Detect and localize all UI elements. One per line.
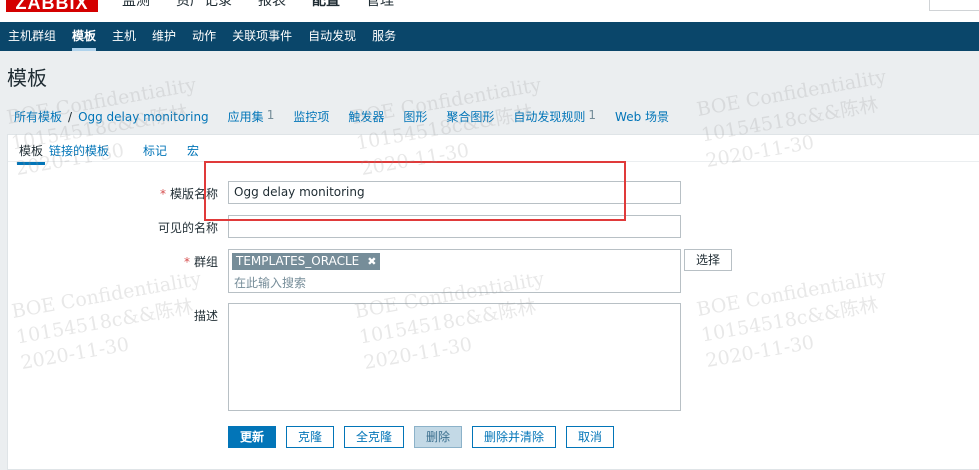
description-label: 描述 [193, 309, 218, 323]
groups-label: * 群组 [158, 253, 218, 270]
breadcrumb-all-templates[interactable]: 所有模板 [14, 108, 62, 125]
discovery-rules-count: 1 [588, 108, 597, 122]
visible-name-input[interactable] [228, 215, 681, 238]
menu-inventory[interactable]: 资产记录 [176, 0, 232, 13]
breadcrumb-triggers-link[interactable]: 触发器 [348, 108, 384, 125]
breadcrumb: 所有模板 / Ogg delay monitoring 应用集 1 监控项 触发… [14, 108, 688, 125]
watermark-line: BOE Confidentiality [695, 65, 888, 121]
breadcrumb-discovery-rules-link[interactable]: 自动发现规则 [513, 108, 585, 125]
visible-name-label: 可见的名称 [157, 221, 218, 235]
menu-reports[interactable]: 报表 [258, 0, 286, 13]
main-menu: 监测 资产记录 报表 配置 管理 [122, 0, 420, 13]
template-name-label: * 模版名称 [158, 185, 218, 202]
sub-menu: 主机群组 模板 主机 维护 动作 关联项事件 自动发现 服务 [0, 22, 979, 51]
menu-administration[interactable]: 管理 [366, 0, 394, 13]
breadcrumb-applications: 应用集 1 [228, 108, 275, 125]
applications-count: 1 [266, 108, 275, 122]
template-name-input[interactable]: Ogg delay monitoring [228, 181, 681, 204]
breadcrumb-applications-link[interactable]: 应用集 [228, 108, 264, 125]
full-clone-button[interactable]: 全克隆 [344, 426, 404, 448]
template-name-label-text: 模版名称 [169, 187, 218, 201]
submenu-hosts[interactable]: 主机 [104, 22, 144, 51]
required-mark: * [159, 187, 166, 201]
description-textarea[interactable] [228, 303, 681, 411]
menu-monitoring[interactable]: 监测 [122, 0, 150, 13]
breadcrumb-web-scenarios-link[interactable]: Web 场景 [615, 108, 669, 125]
submenu-services[interactable]: 服务 [364, 22, 404, 51]
zabbix-logo[interactable]: ZABBIX [6, 0, 98, 13]
update-button[interactable]: 更新 [228, 426, 276, 448]
groups-search-placeholder[interactable]: 在此输入搜索 [234, 274, 306, 291]
top-header: ZABBIX 监测 资产记录 报表 配置 管理 [0, 0, 979, 22]
submenu-host-groups[interactable]: 主机群组 [0, 22, 64, 51]
tab-linked-templates[interactable]: 链接的模板 [49, 142, 109, 159]
delete-button[interactable]: 删除 [414, 426, 462, 448]
remove-chip-icon[interactable]: ✖ [367, 253, 376, 270]
breadcrumb-triggers: 触发器 [348, 108, 384, 125]
tab-template[interactable]: 模板 [16, 142, 46, 165]
cancel-button[interactable]: 取消 [566, 426, 614, 448]
breadcrumb-web-scenarios: Web 场景 [615, 108, 669, 125]
clone-button[interactable]: 克隆 [286, 426, 334, 448]
page-title: 模板 [7, 66, 47, 90]
groups-multiselect[interactable]: TEMPLATES_ORACLE ✖ 在此输入搜索 [228, 249, 681, 293]
tab-macros[interactable]: 宏 [187, 142, 199, 159]
submenu-templates[interactable]: 模板 [64, 22, 104, 51]
submenu-maintenance[interactable]: 维护 [144, 22, 184, 51]
form-tabs: 模板 链接的模板 标记 宏 [8, 135, 979, 165]
breadcrumb-current-template[interactable]: Ogg delay monitoring [78, 110, 209, 124]
global-search-input[interactable] [929, 0, 979, 11]
delete-and-clear-button[interactable]: 删除并清除 [472, 426, 556, 448]
menu-configuration[interactable]: 配置 [312, 0, 340, 13]
breadcrumb-separator: / [68, 109, 73, 124]
submenu-event-correlation[interactable]: 关联项事件 [224, 22, 300, 51]
template-form-panel: 模板 链接的模板 标记 宏 * 模版名称 Ogg delay monitoring… [7, 134, 979, 470]
breadcrumb-items-link[interactable]: 监控项 [293, 108, 329, 125]
breadcrumb-graphs-link[interactable]: 图形 [403, 108, 427, 125]
tab-tags[interactable]: 标记 [143, 142, 167, 159]
breadcrumb-graphs: 图形 [403, 108, 427, 125]
submenu-actions[interactable]: 动作 [184, 22, 224, 51]
select-groups-button[interactable]: 选择 [684, 249, 732, 271]
group-chip-label: TEMPLATES_ORACLE [236, 254, 360, 268]
breadcrumb-screens-link[interactable]: 聚合图形 [446, 108, 494, 125]
groups-label-text: 群组 [193, 255, 218, 269]
required-mark: * [183, 255, 190, 269]
breadcrumb-items: 监控项 [293, 108, 329, 125]
submenu-discovery[interactable]: 自动发现 [300, 22, 364, 51]
group-chip: TEMPLATES_ORACLE ✖ [232, 253, 381, 270]
breadcrumb-screens: 聚合图形 [446, 108, 494, 125]
breadcrumb-discovery-rules: 自动发现规则 1 [513, 108, 596, 125]
